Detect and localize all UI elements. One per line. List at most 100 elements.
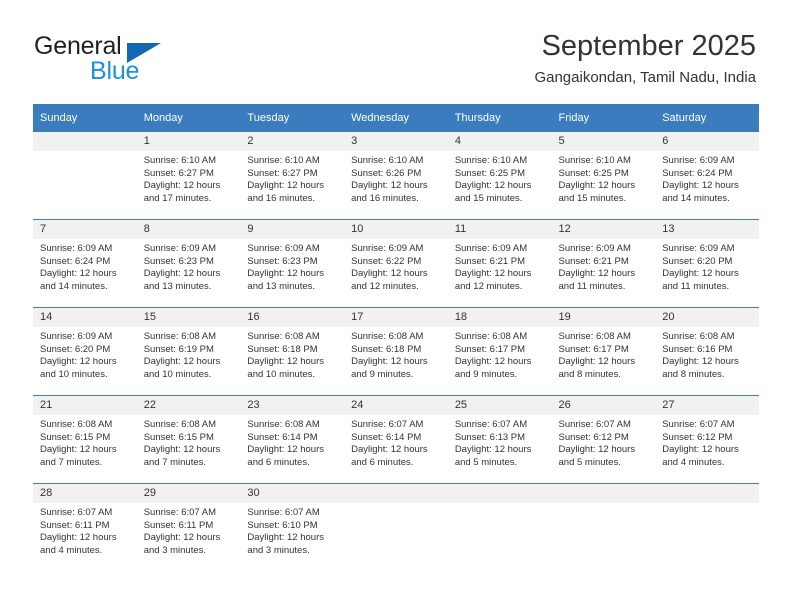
- day-sunset-text: Sunset: 6:25 PM: [558, 167, 629, 179]
- day-details: Sunrise: 6:07 AM Sunset: 6:12 PM Daylight:…: [655, 415, 759, 469]
- day-cell[interactable]: 21 Sunrise: 6:08 AM Sunset: 6:15 PM Dayligh…: [33, 395, 137, 484]
- day-daylight2-text: and 11 minutes.: [558, 280, 626, 292]
- day-sunrise-text: Sunrise: 6:09 AM: [143, 243, 217, 254]
- day-sunset-text: Sunset: 6:23 PM: [247, 255, 318, 267]
- day-cell[interactable]: 11 Sunrise: 6:09 AM Sunset: 6:21 PM Dayligh…: [447, 219, 552, 308]
- day-cell[interactable]: 23 Sunrise: 6:08 AM Sunset: 6:14 PM Dayligh…: [240, 395, 345, 484]
- day-cell[interactable]: 10 Sunrise: 6:09 AM Sunset: 6:22 PM Dayligh…: [344, 219, 448, 308]
- day-daylight2-text: and 17 minutes.: [143, 192, 212, 204]
- day-daylight1-text: Daylight: 12 hours: [662, 268, 739, 280]
- day-sunrise-text: Sunrise: 6:09 AM: [662, 155, 735, 166]
- day-daylight2-text: and 10 minutes.: [247, 368, 316, 380]
- day-daylight1-text: Daylight: 12 hours: [558, 444, 636, 456]
- day-daylight2-text: and 15 minutes.: [558, 192, 627, 204]
- day-daylight1-text: Daylight: 12 hours: [40, 444, 117, 456]
- day-number: [33, 132, 137, 151]
- day-details: Sunrise: 6:10 AM Sunset: 6:25 PM Daylight:…: [448, 151, 552, 205]
- day-daylight1-text: Daylight: 12 hours: [351, 268, 428, 280]
- day-sunset-text: Sunset: 6:24 PM: [662, 167, 733, 179]
- day-cell-empty: [551, 483, 656, 571]
- calendar-week-row: 7 Sunrise: 6:09 AM Sunset: 6:24 PM Daylight…: [33, 219, 759, 308]
- day-daylight2-text: and 16 minutes.: [351, 192, 419, 204]
- day-cell[interactable]: 17 Sunrise: 6:08 AM Sunset: 6:18 PM Dayligh…: [344, 307, 448, 396]
- day-cell[interactable]: 14 Sunrise: 6:09 AM Sunset: 6:20 PM Dayligh…: [33, 307, 137, 396]
- day-sunrise-text: Sunrise: 6:08 AM: [40, 419, 113, 430]
- general-blue-logo[interactable]: General Blue: [34, 32, 244, 85]
- day-number: 17: [344, 308, 448, 327]
- day-daylight1-text: Daylight: 12 hours: [662, 444, 739, 456]
- day-cell[interactable]: 4 Sunrise: 6:10 AM Sunset: 6:25 PM Daylight…: [447, 132, 552, 220]
- day-cell[interactable]: 3 Sunrise: 6:10 AM Sunset: 6:26 PM Daylight…: [344, 132, 448, 220]
- day-cell[interactable]: 5 Sunrise: 6:10 AM Sunset: 6:25 PM Daylight…: [551, 132, 656, 220]
- calendar-header-row: Sunday Monday Tuesday Wednesday Thursday Frid…: [33, 104, 759, 132]
- day-cell[interactable]: 22 Sunrise: 6:08 AM Sunset: 6:15 PM Dayligh…: [136, 395, 241, 484]
- day-cell[interactable]: 2 Sunrise: 6:10 AM Sunset: 6:27 PM Daylight…: [240, 132, 345, 220]
- calendar-week-row: 28 Sunrise: 6:07 AM Sunset: 6:11 PM Dayligh…: [33, 483, 759, 571]
- day-daylight1-text: Daylight: 12 hours: [558, 356, 636, 368]
- page-title: September 2025: [541, 30, 756, 62]
- day-daylight2-text: and 11 minutes.: [662, 280, 730, 292]
- day-number: 18: [447, 308, 552, 327]
- weekday-header-saturday: Saturday: [655, 104, 759, 132]
- day-cell[interactable]: 12 Sunrise: 6:09 AM Sunset: 6:21 PM Dayligh…: [551, 219, 656, 308]
- day-sunset-text: Sunset: 6:20 PM: [662, 255, 733, 267]
- day-cell[interactable]: 1 Sunrise: 6:10 AM Sunset: 6:27 PM Daylight…: [136, 132, 241, 220]
- calendar-page: General Blue September 2025 Gangaikondan…: [0, 0, 792, 612]
- day-sunrise-text: Sunrise: 6:08 AM: [143, 419, 217, 430]
- day-number: 11: [447, 220, 552, 239]
- calendar-week-row: 1 Sunrise: 6:10 AM Sunset: 6:27 PM Daylight…: [33, 132, 759, 220]
- day-cell[interactable]: 6 Sunrise: 6:09 AM Sunset: 6:24 PM Daylight…: [655, 132, 759, 220]
- day-daylight2-text: and 12 minutes.: [351, 280, 419, 292]
- day-cell[interactable]: 15 Sunrise: 6:08 AM Sunset: 6:19 PM Dayligh…: [136, 307, 241, 396]
- day-number: [447, 484, 552, 503]
- day-cell[interactable]: 13 Sunrise: 6:09 AM Sunset: 6:20 PM Dayligh…: [655, 219, 759, 308]
- day-details: Sunrise: 6:07 AM Sunset: 6:10 PM Daylight:…: [240, 503, 344, 557]
- day-cell[interactable]: 28 Sunrise: 6:07 AM Sunset: 6:11 PM Dayligh…: [33, 483, 137, 571]
- day-sunrise-text: Sunrise: 6:09 AM: [558, 243, 631, 254]
- day-number: 30: [240, 484, 345, 503]
- day-sunset-text: Sunset: 6:10 PM: [247, 519, 318, 531]
- day-cell[interactable]: 9 Sunrise: 6:09 AM Sunset: 6:23 PM Daylight…: [240, 219, 345, 308]
- day-number: [344, 484, 448, 503]
- day-cell[interactable]: 29 Sunrise: 6:07 AM Sunset: 6:11 PM Dayligh…: [136, 483, 241, 571]
- day-cell-empty: [655, 483, 759, 571]
- day-sunrise-text: Sunrise: 6:10 AM: [247, 155, 320, 166]
- day-sunset-text: Sunset: 6:18 PM: [247, 343, 318, 355]
- day-cell[interactable]: 24 Sunrise: 6:07 AM Sunset: 6:14 PM Dayligh…: [344, 395, 448, 484]
- day-number: 26: [551, 396, 656, 415]
- day-sunset-text: Sunset: 6:15 PM: [40, 431, 111, 443]
- day-sunset-text: Sunset: 6:11 PM: [40, 519, 110, 531]
- day-daylight2-text: and 8 minutes.: [558, 368, 621, 380]
- day-cell[interactable]: 20 Sunrise: 6:08 AM Sunset: 6:16 PM Dayligh…: [655, 307, 759, 396]
- day-details: Sunrise: 6:09 AM Sunset: 6:24 PM Daylight:…: [655, 151, 759, 205]
- day-daylight1-text: Daylight: 12 hours: [454, 268, 532, 280]
- month-calendar: Sunday Monday Tuesday Wednesday Thursday Frid…: [33, 104, 759, 571]
- page-subtitle: Gangaikondan, Tamil Nadu, India: [534, 69, 756, 86]
- day-daylight2-text: and 5 minutes.: [454, 456, 518, 468]
- day-daylight1-text: Daylight: 12 hours: [454, 444, 532, 456]
- day-sunset-text: Sunset: 6:22 PM: [351, 255, 422, 267]
- day-cell[interactable]: 19 Sunrise: 6:08 AM Sunset: 6:17 PM Dayligh…: [551, 307, 656, 396]
- logo-text-blue: Blue: [90, 57, 140, 85]
- day-cell[interactable]: 30 Sunrise: 6:07 AM Sunset: 6:10 PM Dayligh…: [240, 483, 345, 571]
- day-number: 20: [655, 308, 759, 327]
- day-daylight2-text: and 8 minutes.: [662, 368, 725, 380]
- page-header: General Blue September 2025 Gangaikondan…: [0, 0, 792, 100]
- day-cell[interactable]: 26 Sunrise: 6:07 AM Sunset: 6:12 PM Dayligh…: [551, 395, 656, 484]
- day-daylight1-text: Daylight: 12 hours: [454, 180, 532, 192]
- day-sunrise-text: Sunrise: 6:10 AM: [143, 155, 217, 166]
- day-cell[interactable]: 27 Sunrise: 6:07 AM Sunset: 6:12 PM Dayligh…: [655, 395, 759, 484]
- day-daylight1-text: Daylight: 12 hours: [247, 356, 324, 368]
- day-sunset-text: Sunset: 6:26 PM: [351, 167, 422, 179]
- day-cell[interactable]: 7 Sunrise: 6:09 AM Sunset: 6:24 PM Daylight…: [33, 219, 137, 308]
- day-sunset-text: Sunset: 6:24 PM: [40, 255, 111, 267]
- day-daylight2-text: and 5 minutes.: [558, 456, 621, 468]
- day-daylight1-text: Daylight: 12 hours: [143, 444, 221, 456]
- day-cell[interactable]: 18 Sunrise: 6:08 AM Sunset: 6:17 PM Dayligh…: [447, 307, 552, 396]
- day-cell[interactable]: 25 Sunrise: 6:07 AM Sunset: 6:13 PM Dayligh…: [447, 395, 552, 484]
- day-details: Sunrise: 6:09 AM Sunset: 6:24 PM Daylight:…: [33, 239, 137, 293]
- day-cell[interactable]: 16 Sunrise: 6:08 AM Sunset: 6:18 PM Dayligh…: [240, 307, 345, 396]
- day-cell[interactable]: 8 Sunrise: 6:09 AM Sunset: 6:23 PM Daylight…: [136, 219, 241, 308]
- day-number: 27: [655, 396, 759, 415]
- day-number: 13: [655, 220, 759, 239]
